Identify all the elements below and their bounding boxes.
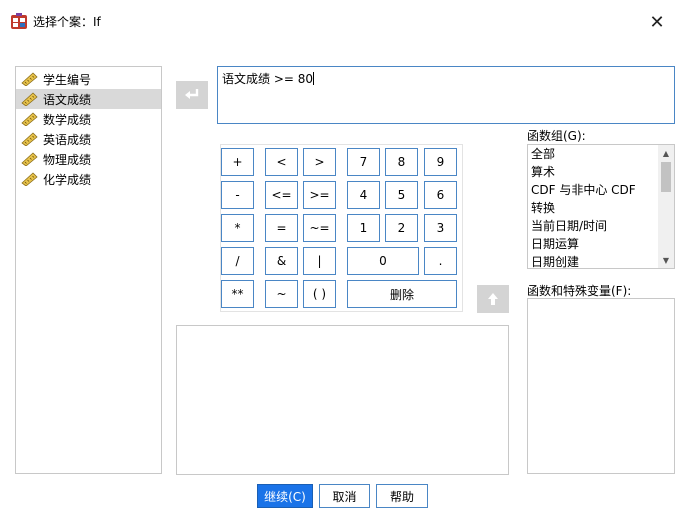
key-7[interactable]: 7 <box>347 148 380 176</box>
expression-text: 语文成绩 >= 80 <box>222 72 314 86</box>
function-group-item[interactable]: 当前日期/时间 <box>528 217 674 235</box>
key-9[interactable]: 9 <box>424 148 457 176</box>
variable-item[interactable]: 语文成绩 <box>16 89 161 109</box>
close-button[interactable]: ✕ <box>634 0 680 44</box>
functions-variables-label: 函数和特殊变量(F): <box>527 284 632 298</box>
variable-label: 学生编号 <box>43 72 92 87</box>
key-decimal[interactable]: . <box>424 247 457 275</box>
function-group-item[interactable]: CDF 与非中心 CDF <box>528 181 674 199</box>
cancel-button[interactable]: 取消 <box>319 484 370 508</box>
scale-variable-icon <box>21 92 38 106</box>
functions-variables-list[interactable] <box>527 298 675 474</box>
key-6[interactable]: 6 <box>424 181 457 209</box>
insert-function-button[interactable] <box>477 285 509 313</box>
function-group-item[interactable]: 日期创建 <box>528 253 674 271</box>
text-caret <box>313 72 315 85</box>
scale-variable-icon <box>21 152 38 166</box>
help-button[interactable]: 帮助 <box>376 484 428 508</box>
function-group-item[interactable]: 全部 <box>528 145 674 163</box>
scale-variable-icon <box>21 72 38 86</box>
key-delete[interactable]: 删除 <box>347 280 457 308</box>
expression-input[interactable]: 语文成绩 >= 80 <box>217 66 675 124</box>
function-group-item[interactable]: 转换 <box>528 199 674 217</box>
function-group-label: 函数组(G): <box>527 129 586 143</box>
key-1[interactable]: 1 <box>347 214 380 242</box>
key-0[interactable]: 0 <box>347 247 419 275</box>
function-description-box <box>176 325 509 475</box>
arrow-left-icon <box>185 89 199 99</box>
calculator-keypad: + < >7 8 9 - <= >= 4 5 6 * = ~= 1 2 3 /& | 0. ** ~( ) 删除 <box>220 144 463 312</box>
variable-label: 数学成绩 <box>43 112 92 127</box>
function-group-list[interactable]: 全部 算术 CDF 与非中心 CDF 转换 当前日期/时间 日期运算 日期创建 ▲ ▼ <box>527 144 675 269</box>
variable-item[interactable]: 物理成绩 <box>16 149 161 169</box>
variable-label: 化学成绩 <box>43 172 92 187</box>
key-greater-than[interactable]: > <box>303 148 336 176</box>
key-or[interactable]: | <box>303 247 336 275</box>
key-parentheses[interactable]: ( ) <box>303 280 336 308</box>
key-and[interactable]: & <box>265 247 298 275</box>
continue-button[interactable]: 继续(C) <box>257 484 313 508</box>
app-icon <box>11 13 27 29</box>
variable-list[interactable]: 学生编号语文成绩数学成绩英语成绩物理成绩化学成绩 <box>15 66 162 474</box>
key-5[interactable]: 5 <box>385 181 418 209</box>
window-title: 选择个案：If <box>33 15 101 29</box>
key-power[interactable]: ** <box>221 280 254 308</box>
variable-label: 英语成绩 <box>43 132 92 147</box>
scroll-down-icon[interactable]: ▼ <box>658 252 674 268</box>
scale-variable-icon <box>21 132 38 146</box>
key-minus[interactable]: - <box>221 181 254 209</box>
key-less-equal[interactable]: <= <box>265 181 298 209</box>
variable-item[interactable]: 英语成绩 <box>16 129 161 149</box>
function-group-item[interactable]: 算术 <box>528 163 674 181</box>
function-group-scrollbar[interactable]: ▲ ▼ <box>658 145 674 268</box>
key-not[interactable]: ~ <box>265 280 298 308</box>
arrow-up-icon <box>488 293 498 305</box>
key-divide[interactable]: / <box>221 247 254 275</box>
move-to-expression-button[interactable] <box>176 81 208 109</box>
key-not-equal[interactable]: ~= <box>303 214 336 242</box>
key-greater-equal[interactable]: >= <box>303 181 336 209</box>
close-icon: ✕ <box>649 11 665 33</box>
scrollbar-thumb[interactable] <box>661 162 671 192</box>
function-group-item[interactable]: 日期运算 <box>528 235 674 253</box>
key-4[interactable]: 4 <box>347 181 380 209</box>
key-less-than[interactable]: < <box>265 148 298 176</box>
variable-item[interactable]: 数学成绩 <box>16 109 161 129</box>
key-2[interactable]: 2 <box>385 214 418 242</box>
scroll-up-icon[interactable]: ▲ <box>658 145 674 161</box>
key-8[interactable]: 8 <box>385 148 418 176</box>
scale-variable-icon <box>21 172 38 186</box>
variable-label: 语文成绩 <box>43 92 92 107</box>
key-plus[interactable]: + <box>221 148 254 176</box>
scale-variable-icon <box>21 112 38 126</box>
variable-item[interactable]: 化学成绩 <box>16 169 161 189</box>
key-multiply[interactable]: * <box>221 214 254 242</box>
title-bar: 选择个案：If ✕ <box>0 0 680 44</box>
key-3[interactable]: 3 <box>424 214 457 242</box>
variable-item[interactable]: 学生编号 <box>16 69 161 89</box>
key-equals[interactable]: = <box>265 214 298 242</box>
variable-label: 物理成绩 <box>43 152 92 167</box>
